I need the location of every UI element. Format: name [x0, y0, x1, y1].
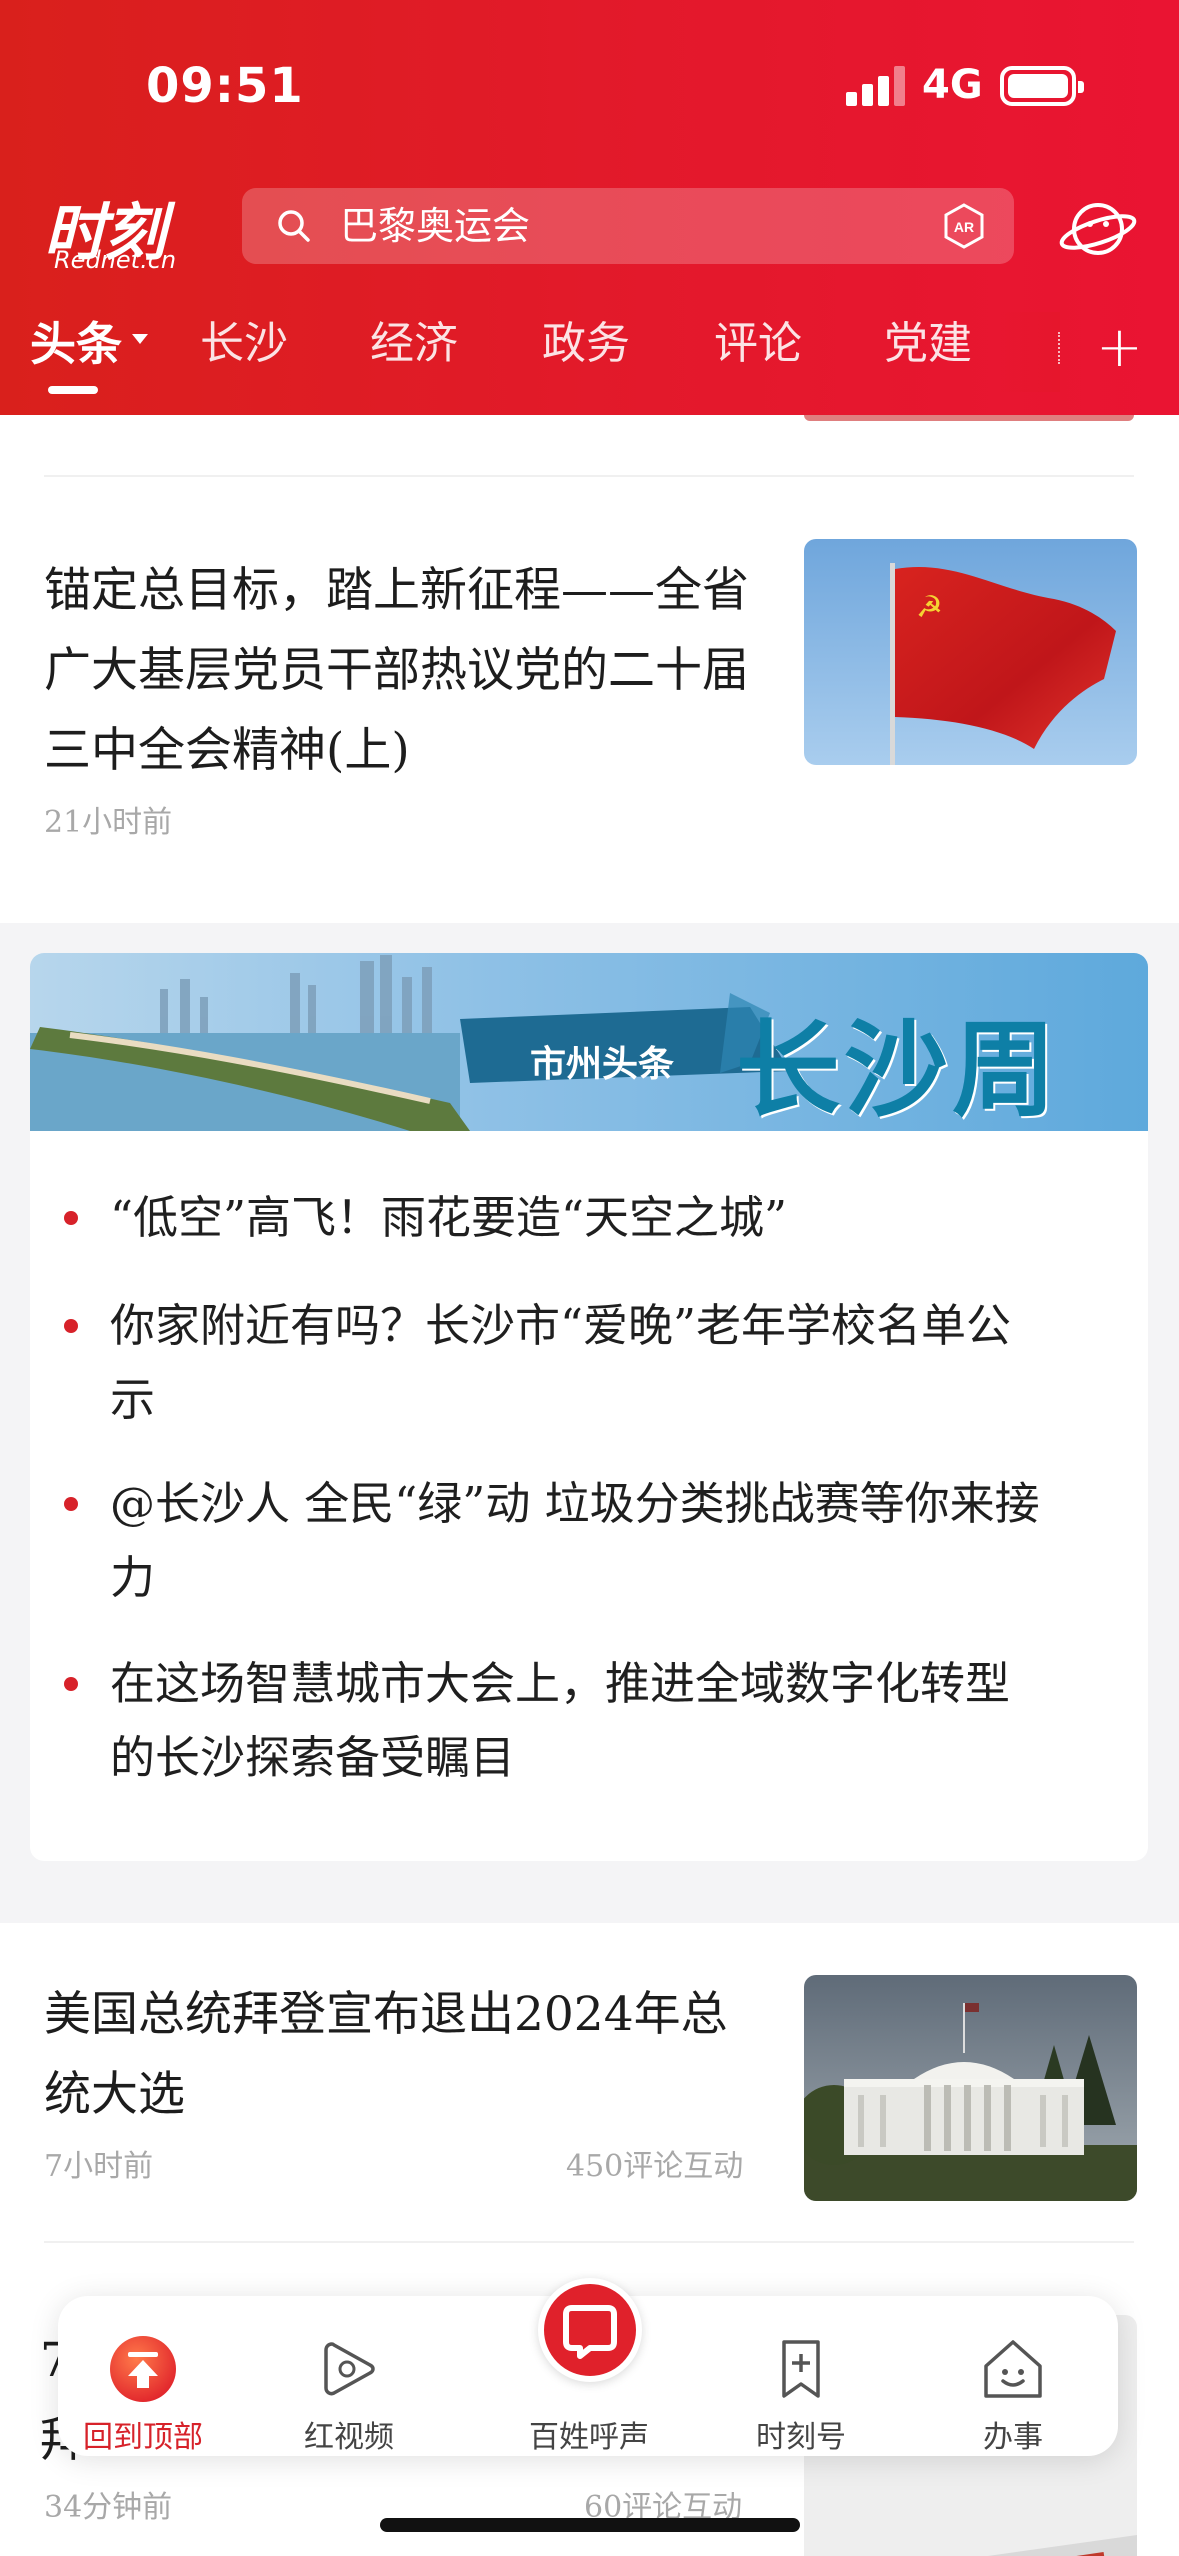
changsha-week-banner[interactable]: 市州头条 长沙周: [30, 953, 1148, 1131]
tab-party-building[interactable]: 党建: [884, 312, 972, 376]
tab-commentary[interactable]: 评论: [714, 312, 802, 376]
chevron-down-icon: [132, 334, 148, 344]
feature-section: 市州头条 长沙周 “低空”高飞！雨花要造“天空之城” 你家附近有吗？长沙市“爱晚…: [0, 923, 1179, 1923]
search-bar[interactable]: 巴黎奥运会 AR: [242, 188, 1014, 264]
tab-government[interactable]: 政务: [542, 312, 630, 376]
news-item[interactable]: 美国总统拜登宣布退出2024年总统大选 7小时前 450评论互动: [0, 1923, 1179, 2223]
feature-item-text: @长沙人 全民“绿”动 垃圾分类挑战赛等你来接力: [110, 1477, 1040, 1604]
home-indicator[interactable]: [380, 2518, 800, 2532]
changsha-week-card: 市州头条 长沙周 “低空”高飞！雨花要造“天空之城” 你家附近有吗？长沙市“爱晚…: [30, 953, 1148, 1861]
feature-list-item[interactable]: “低空”高飞！雨花要造“天空之城”: [30, 1181, 1148, 1271]
app-header: 09:51 4G 时刻 Rednet.cn 巴黎奥运会 AR 头条 长沙 经济 …: [0, 0, 1179, 415]
nav-label: 时刻号: [756, 2420, 846, 2455]
tab-headlines[interactable]: 头条: [30, 312, 122, 376]
svg-text:AR: AR: [954, 219, 974, 235]
tab-divider: [1058, 332, 1060, 364]
bullet-dot: [64, 1497, 78, 1511]
news-thumbnail-red-flag: ☭: [804, 539, 1137, 765]
network-type: 4G: [922, 62, 983, 108]
news-item[interactable]: 锚定总目标，踏上新征程——全省广大基层党员干部热议党的二十届三中全会精神(上) …: [0, 515, 1179, 840]
nav-public-voice[interactable]: 百姓呼声: [504, 2278, 674, 2455]
news-time: 34分钟前: [44, 2490, 173, 2525]
message-icon: [563, 2305, 617, 2359]
channel-tabs: 头条 长沙 经济 政务 评论 党建 +: [0, 312, 1179, 394]
status-bar: 09:51 4G: [0, 0, 1179, 170]
nav-label: 红视频: [304, 2420, 394, 2455]
search-icon: [278, 210, 310, 242]
nav-label: 百姓呼声: [529, 2420, 649, 2455]
feature-item-text: “低空”高飞！雨花要造“天空之城”: [110, 1191, 788, 1244]
bullet-dot: [64, 1677, 78, 1691]
logo-subtext: Rednet.cn: [54, 246, 177, 274]
news-time: 7小时前: [44, 2149, 154, 2184]
banner-title: 长沙周: [736, 1008, 1061, 1131]
feature-list-item[interactable]: 你家附近有吗？长沙市“爱晚”老年学校名单公示: [30, 1289, 1148, 1449]
service-house-icon: [984, 2340, 1042, 2398]
status-time: 09:51: [146, 58, 304, 114]
tab-economy[interactable]: 经济: [370, 312, 458, 376]
planet-icon[interactable]: [1058, 194, 1138, 264]
app-logo[interactable]: 时刻 Rednet.cn: [44, 182, 204, 278]
add-channel-button[interactable]: +: [1096, 318, 1143, 378]
bottom-navigation: 回到顶部 红视频 百姓呼声 时刻号 办事: [58, 2278, 1118, 2456]
battery-icon: [1000, 66, 1084, 106]
video-play-icon: [324, 2342, 375, 2396]
news-comment-count: 450评论互动: [566, 2149, 744, 2184]
banner-badge: 市州头条: [530, 1043, 675, 1085]
news-time: 21小时前: [44, 805, 173, 840]
public-voice-button[interactable]: [538, 2278, 642, 2382]
bookmark-add-icon: [782, 2340, 820, 2398]
feature-item-text: 你家附近有吗？长沙市“爱晚”老年学校名单公示: [110, 1299, 1012, 1426]
tab-changsha[interactable]: 长沙: [200, 312, 288, 376]
signal-strength-icon: [846, 66, 906, 106]
news-thumbnail-white-house: [804, 1975, 1137, 2201]
previous-thumbnail-edge: [804, 415, 1134, 421]
bullet-dot: [64, 1319, 78, 1333]
news-title: 美国总统拜登宣布退出2024年总统大选: [44, 1987, 728, 2122]
nav-label: 回到顶部: [83, 2420, 203, 2455]
divider: [44, 475, 1134, 477]
feature-list-item[interactable]: @长沙人 全民“绿”动 垃圾分类挑战赛等你来接力: [30, 1467, 1148, 1627]
divider: [44, 2241, 1134, 2243]
active-tab-indicator: [48, 386, 98, 394]
search-placeholder: 巴黎奥运会: [340, 204, 531, 248]
feature-list-item[interactable]: 在这场智慧城市大会上，推进全域数字化转型的长沙探索备受瞩目: [30, 1647, 1148, 1807]
back-to-top-icon: [110, 2336, 176, 2402]
svg-text:☭: ☭: [916, 590, 943, 625]
nav-label: 办事: [983, 2420, 1043, 2455]
nav-shike-account[interactable]: 时刻号: [716, 2314, 886, 2455]
ar-scan-icon[interactable]: AR: [940, 202, 988, 250]
feature-item-text: 在这场智慧城市大会上，推进全域数字化转型的长沙探索备受瞩目: [110, 1657, 1011, 1784]
news-title: 锚定总目标，踏上新征程——全省广大基层党员干部热议党的二十届三中全会精神(上): [44, 563, 749, 778]
nav-back-to-top[interactable]: 回到顶部: [58, 2314, 228, 2455]
nav-services[interactable]: 办事: [928, 2314, 1098, 2455]
bullet-dot: [64, 1211, 78, 1225]
nav-red-video[interactable]: 红视频: [264, 2314, 434, 2455]
